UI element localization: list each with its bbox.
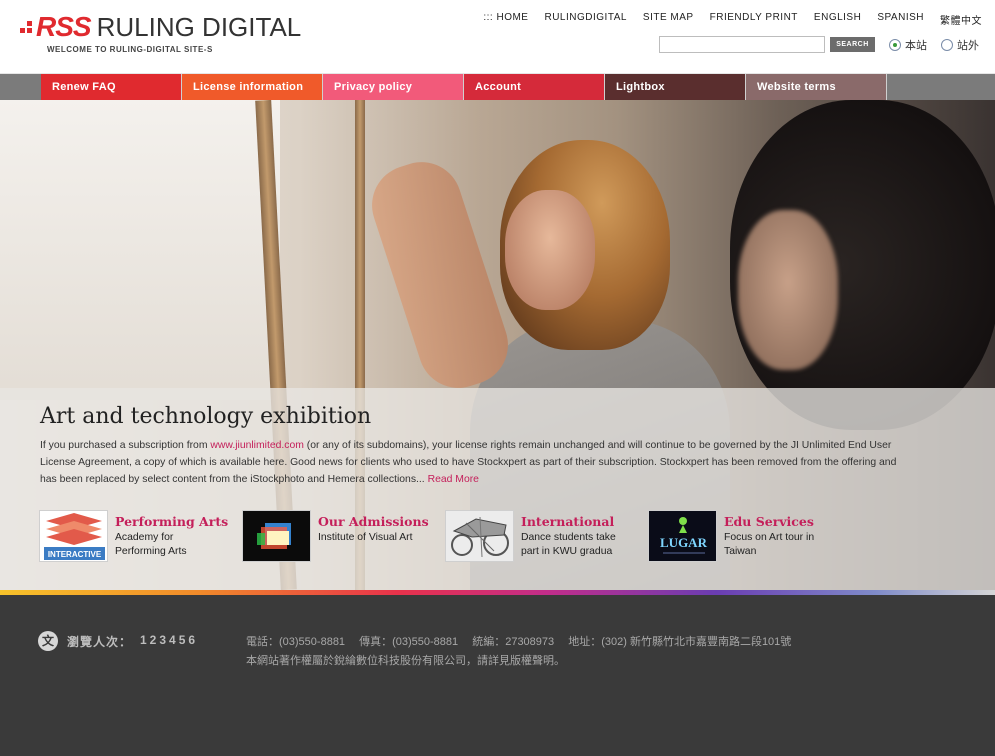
- scope-radio-external-label: 站外: [957, 39, 979, 52]
- radio-unselected-icon[interactable]: [941, 38, 953, 51]
- footer: 文 瀏覽人次： 123456 電話：(03)550-8881 傳真：(03)55…: [0, 595, 995, 756]
- feature-description: Focus on Art tour in Taiwan: [724, 532, 815, 557]
- hero-figure-face: [505, 190, 595, 310]
- tab-license-information[interactable]: License information: [182, 74, 323, 100]
- topnav-traditional-chinese[interactable]: 繁體中文: [940, 12, 982, 27]
- header: RSS RULING DIGITAL WELCOME TO RULING-DIG…: [0, 0, 995, 73]
- footer-copyright: 本網站著作權屬於銳綸數位科技股份有限公司，請詳見版權聲明。: [246, 655, 565, 667]
- scope-radio-external[interactable]: 站外: [941, 37, 979, 53]
- page-title: Art and technology exhibition: [40, 404, 372, 429]
- hero-figure-arm: [361, 151, 519, 399]
- hero-figure2-face: [738, 210, 838, 370]
- scope-radio-site[interactable]: 本站: [889, 37, 927, 53]
- topnav-home[interactable]: ::: HOME: [483, 12, 528, 27]
- svg-text:INTERACTIVE: INTERACTIVE: [48, 550, 102, 559]
- page: RSS RULING DIGITAL WELCOME TO RULING-DIG…: [0, 0, 995, 756]
- visitor-counter-value: 123456: [140, 633, 199, 647]
- feature-title[interactable]: International: [521, 514, 614, 529]
- visitor-counter-icon: 文: [38, 631, 58, 651]
- tab-renew-faq[interactable]: Renew FAQ: [41, 74, 182, 100]
- feature-description: Academy for Performing Arts: [115, 532, 187, 557]
- top-navigation: ::: HOME RULINGDIGITAL SITE MAP FRIENDLY…: [483, 12, 982, 27]
- feature-list: INTERACTIVE Performing Arts Academy for …: [39, 510, 939, 564]
- logo-name-text: RULING DIGITAL: [96, 12, 302, 42]
- jiunlimited-link[interactable]: www.jiunlimited.com: [210, 440, 304, 451]
- intro-text-start: If you purchased a subscription from: [40, 440, 211, 451]
- topnav-rulingdigital[interactable]: RULINGDIGITAL: [544, 12, 626, 27]
- tab-privacy-policy[interactable]: Privacy policy: [323, 74, 464, 100]
- tab-lightbox[interactable]: Lightbox: [605, 74, 746, 100]
- feature-our-admissions[interactable]: Our Admissions Institute of Visual Art: [242, 510, 432, 564]
- tab-account[interactable]: Account: [464, 74, 605, 100]
- visitor-counter-label: 瀏覽人次：: [67, 635, 133, 649]
- search-bar: SEARCH 本站 站外: [659, 36, 979, 53]
- feature-title[interactable]: Our Admissions: [318, 514, 429, 529]
- logo-rss-text: RSS: [36, 11, 92, 42]
- logo-mark-icon: [20, 21, 32, 33]
- feature-description: Dance students take part in KWU gradua: [521, 532, 616, 557]
- topnav-english[interactable]: ENGLISH: [814, 12, 861, 27]
- topnav-friendly-print[interactable]: FRIENDLY PRINT: [710, 12, 798, 27]
- footer-contact-info: 電話：(03)550-8881 傳真：(03)550-8881 統編：27308…: [246, 636, 792, 648]
- site-tagline: WELCOME TO RULING-DIGITAL SITE-S: [47, 45, 213, 54]
- feature-performing-arts[interactable]: INTERACTIVE Performing Arts Academy for …: [39, 510, 229, 564]
- glowing-screen-icon[interactable]: [242, 510, 311, 562]
- radio-selected-icon[interactable]: [889, 38, 901, 51]
- search-input[interactable]: [659, 36, 825, 53]
- lugar-logo-icon[interactable]: LUGAR: [648, 510, 717, 562]
- search-button[interactable]: SEARCH: [830, 37, 875, 52]
- scope-radio-site-label: 本站: [905, 39, 927, 52]
- topnav-spanish[interactable]: SPANISH: [877, 12, 924, 27]
- feature-title[interactable]: Performing Arts: [115, 514, 228, 529]
- tab-website-terms[interactable]: Website terms: [746, 74, 887, 100]
- feature-title[interactable]: Edu Services: [724, 514, 814, 529]
- feature-description: Institute of Visual Art: [318, 532, 413, 543]
- svg-text:LUGAR: LUGAR: [660, 535, 708, 550]
- intro-paragraph: If you purchased a subscription from www…: [40, 437, 900, 488]
- site-logo[interactable]: RSS RULING DIGITAL: [20, 11, 302, 42]
- topnav-site-map[interactable]: SITE MAP: [643, 12, 694, 27]
- interactive-logo-icon[interactable]: INTERACTIVE: [39, 510, 108, 562]
- sketch-machine-icon[interactable]: [445, 510, 514, 562]
- read-more-link[interactable]: Read More: [428, 474, 479, 485]
- main-navigation: Renew FAQ License information Privacy po…: [0, 73, 995, 100]
- feature-international[interactable]: International Dance students take part i…: [445, 510, 635, 564]
- hero-canvas: [0, 100, 280, 400]
- feature-edu-services[interactable]: LUGAR Edu Services Focus on Art tour in …: [648, 510, 838, 564]
